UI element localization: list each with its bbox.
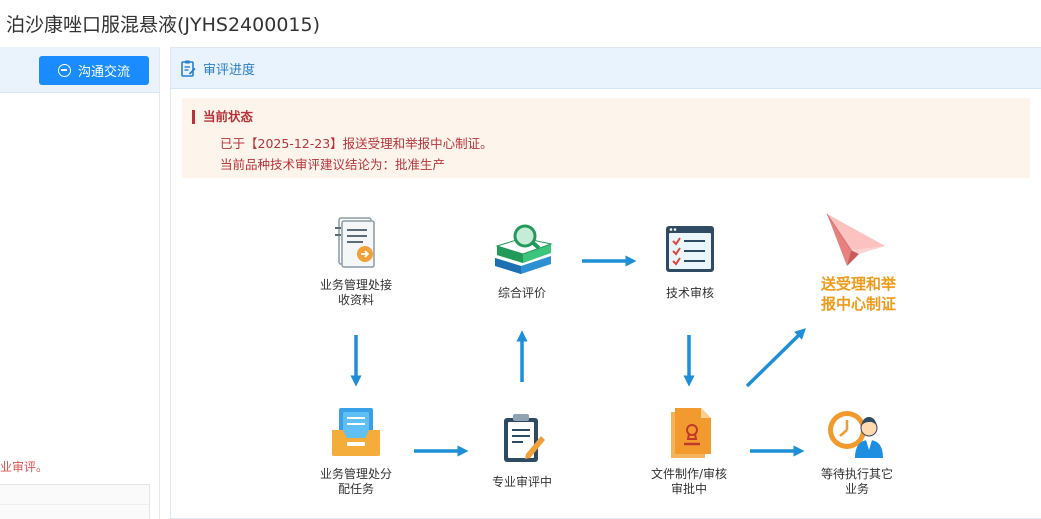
document-inbox-icon [335, 217, 375, 268]
step-other-label: 等待执行其它 业务 [820, 467, 893, 496]
review-progress-panel: 审评进度 当前状态 已于【2025-12-23】报送受理和举报中心制证。 当前品… [170, 47, 1041, 519]
chat-button[interactable]: 沟通交流 [39, 56, 149, 85]
clock-person-icon [828, 411, 883, 458]
stamped-document-icon [671, 408, 711, 458]
arrow-diagonal [745, 328, 806, 388]
paper-plane-icon [826, 213, 885, 266]
books-magnifier-icon [495, 224, 553, 274]
step-certify-label: 送受理和举 报中心制证 [820, 275, 896, 313]
left-panel: 沟通交流 业审评。 [0, 47, 160, 519]
left-note: 业审评。 [0, 460, 49, 474]
table-row [0, 505, 149, 519]
chat-icon [57, 64, 71, 77]
table-row [0, 485, 149, 505]
left-panel-header: 沟通交流 [0, 47, 159, 93]
step-receive-label: 业务管理处接 收资料 [319, 278, 392, 307]
clipboard-pen-icon [504, 414, 545, 462]
step-tech-review-label: 技术审核 [665, 286, 714, 300]
step-pro-review-label: 专业审评中 [491, 475, 552, 489]
chat-button-label: 沟通交流 [77, 65, 130, 80]
step-comprehensive-label: 综合评价 [497, 286, 546, 300]
step-doc-making-label: 文件制作/审核 审批中 [650, 467, 728, 496]
checklist-icon [666, 226, 714, 272]
tray-documents-icon [332, 408, 380, 456]
step-assign-label: 业务管理处分 配任务 [319, 467, 392, 496]
left-table [0, 484, 150, 519]
page-title: 泊沙康唑口服混悬液(JYHS2400015) [6, 14, 321, 36]
